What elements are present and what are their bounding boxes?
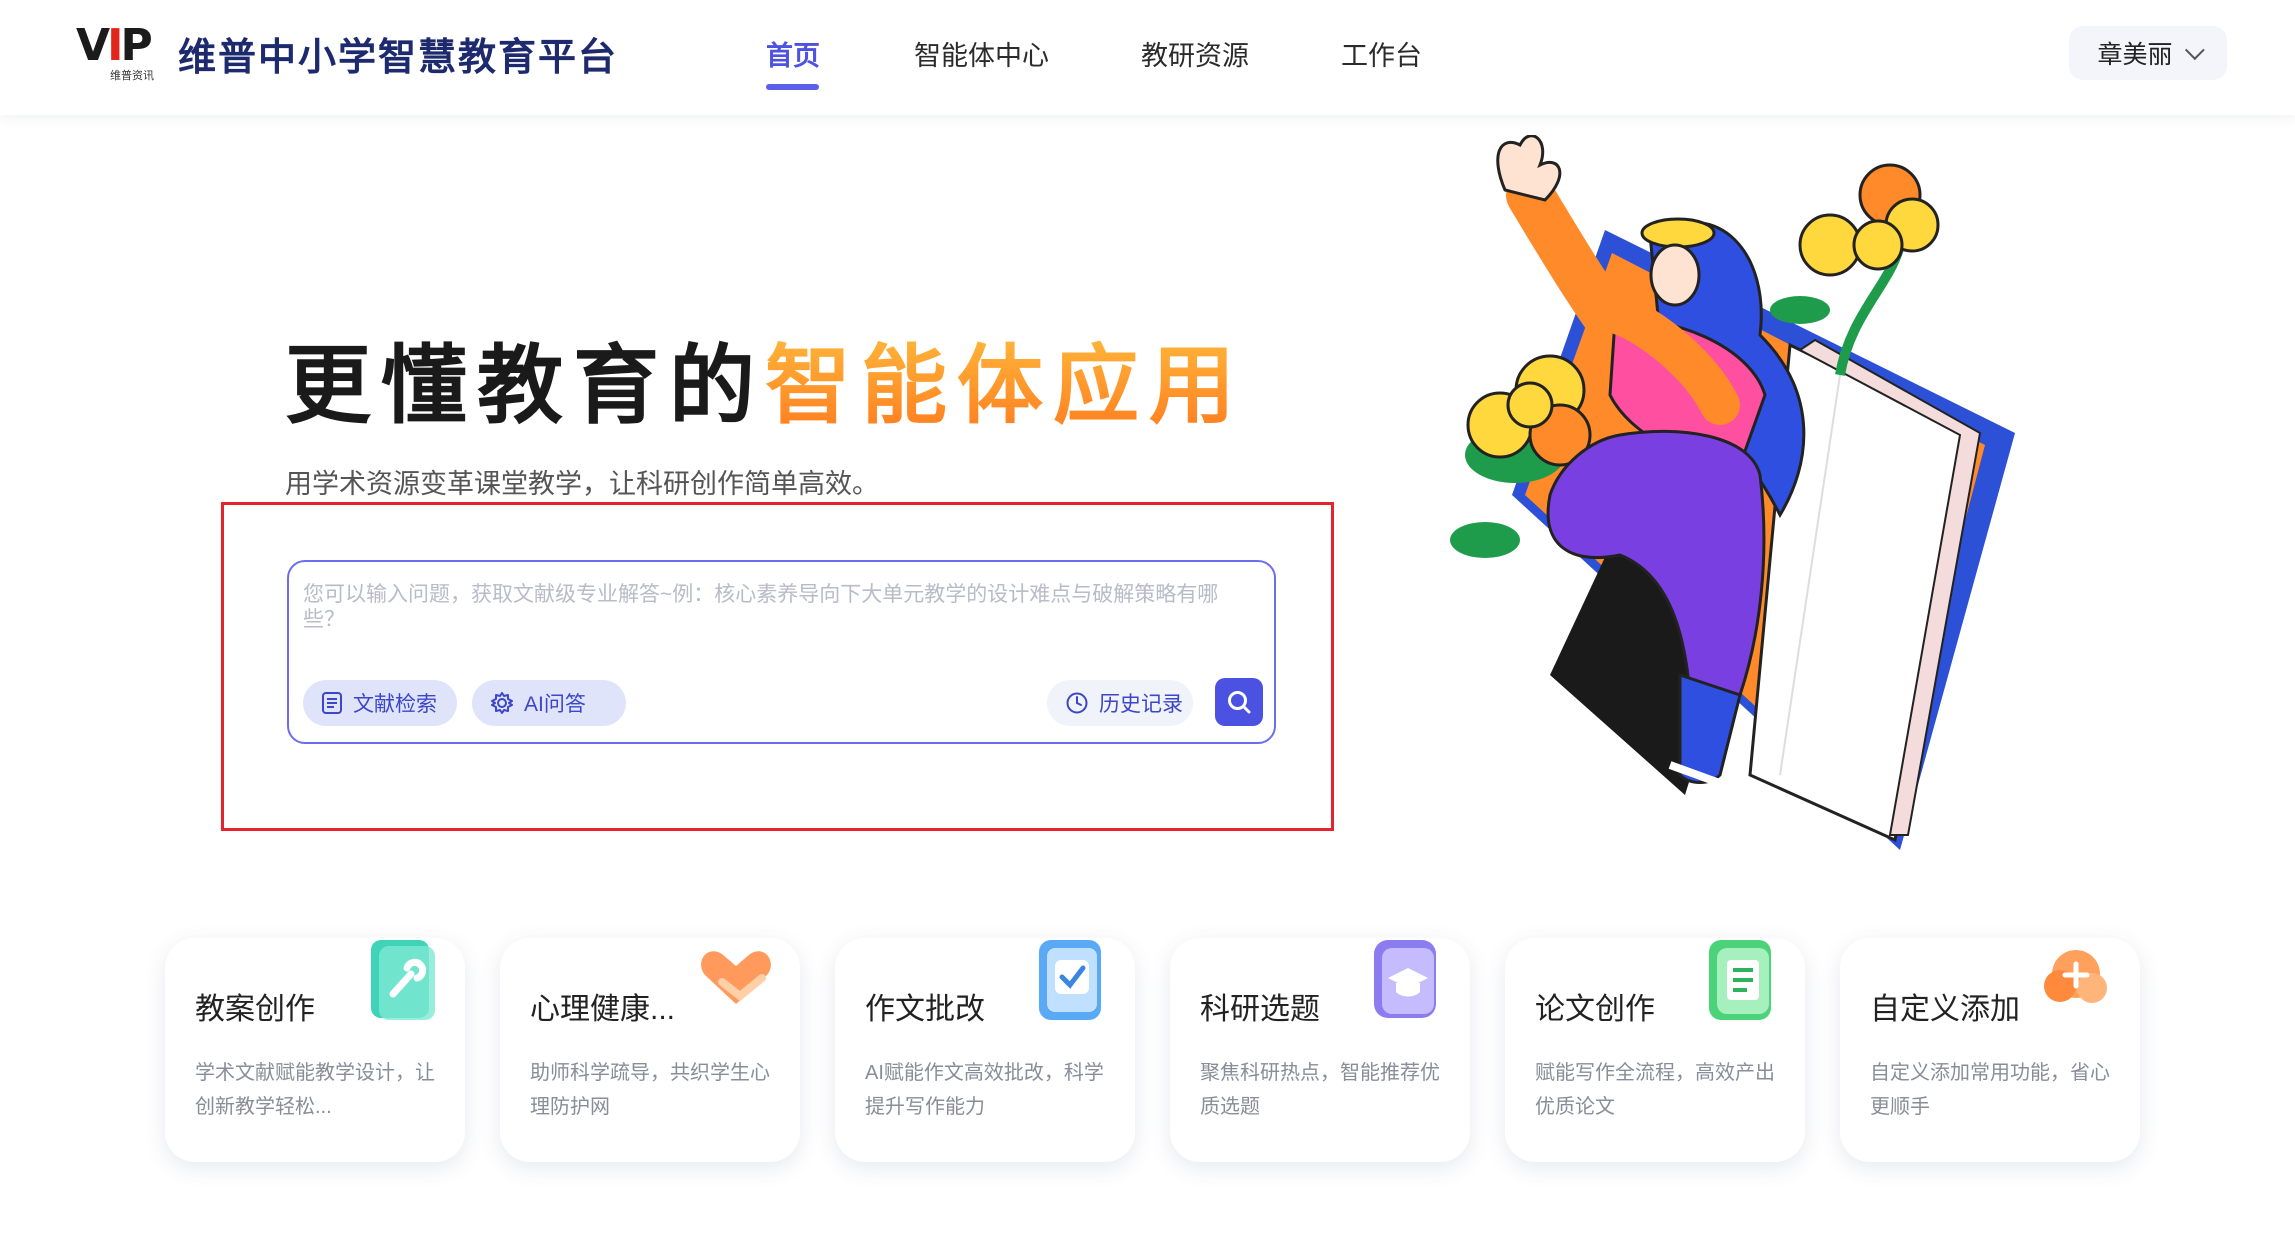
clock-icon: [1065, 691, 1089, 715]
card-research-topic[interactable]: 科研选题 聚焦科研热点，智能推荐优质选题: [1170, 938, 1470, 1162]
card-title: 论文创作: [1535, 993, 1655, 1026]
hero-subtitle: 用学术资源变革课堂教学，让科研创作简单高效。: [285, 469, 879, 499]
nav-active-indicator: [766, 84, 819, 90]
search-icon: [1228, 691, 1251, 714]
hero-illustration: [1420, 134, 2020, 855]
wrench-book-icon: [357, 934, 441, 1026]
search-submit-button[interactable]: [1215, 678, 1263, 726]
history-button[interactable]: 历史记录: [1047, 680, 1193, 726]
search-panel: 文献检索 AI问答 历史记录: [287, 560, 1276, 744]
nav-workbench[interactable]: 工作台: [1341, 34, 1422, 73]
document-list-icon: [321, 691, 343, 715]
ai-qa-label: AI问答: [524, 693, 586, 716]
nav-home[interactable]: 首页: [766, 34, 820, 73]
card-description: 自定义添加常用功能，省心更顺手: [1870, 1062, 2110, 1118]
card-description: 赋能写作全流程，高效产出优质论文: [1535, 1062, 1775, 1118]
card-essay-grading[interactable]: 作文批改 AI赋能作文高效批改，科学提升写作能力: [835, 938, 1135, 1162]
card-title: 自定义添加: [1870, 993, 2020, 1026]
vip-logo[interactable]: VIP 维普资讯: [76, 20, 170, 83]
heart-hands-icon: [692, 934, 776, 1026]
top-header: VIP 维普资讯 维普中小学智慧教育平台 首页 智能体中心 教研资源 工作台 章…: [0, 0, 2295, 115]
card-description: AI赋能作文高效批改，科学提升写作能力: [865, 1062, 1104, 1118]
headline-dark: 更懂教育的: [285, 338, 765, 434]
doc-search-button[interactable]: 文献检索: [303, 680, 457, 726]
brand-title[interactable]: 维普中小学智慧教育平台: [178, 26, 618, 81]
graduation-cap-icon: [1362, 934, 1446, 1026]
user-menu-button[interactable]: 章美丽: [2069, 26, 2227, 80]
question-input[interactable]: [303, 582, 1253, 644]
card-custom-add[interactable]: 自定义添加 自定义添加常用功能，省心更顺手: [1840, 938, 2140, 1162]
ai-qa-button[interactable]: AI问答: [472, 680, 626, 726]
card-title: 心理健康...: [530, 993, 676, 1026]
logo-vip-text: VIP: [76, 20, 153, 71]
plus-cloud-icon: [2032, 934, 2116, 1026]
document-icon: [1697, 934, 1781, 1026]
doc-search-label: 文献检索: [353, 693, 437, 716]
card-title: 科研选题: [1200, 993, 1320, 1026]
check-clipboard-icon: [1027, 934, 1111, 1026]
card-description: 聚焦科研热点，智能推荐优质选题: [1200, 1062, 1440, 1118]
nav-agent-center[interactable]: 智能体中心: [914, 34, 1049, 73]
card-title: 教案创作: [195, 993, 315, 1026]
logo-subtitle: 维普资讯: [110, 70, 154, 82]
card-description: 学术文献赋能教学设计，让创新教学轻松...: [195, 1062, 435, 1118]
user-name: 章美丽: [2097, 41, 2173, 69]
headline-accent: 智能体应用: [765, 338, 1245, 434]
card-lesson-plan[interactable]: 教案创作 学术文献赋能教学设计，让创新教学轻松...: [165, 938, 465, 1162]
history-label: 历史记录: [1099, 693, 1183, 716]
card-thesis-writing[interactable]: 论文创作 赋能写作全流程，高效产出优质论文: [1505, 938, 1805, 1162]
card-mental-health[interactable]: 心理健康... 助师科学疏导，共织学生心理防护网: [500, 938, 800, 1162]
nav-research-resources[interactable]: 教研资源: [1141, 34, 1249, 73]
card-description: 助师科学疏导，共织学生心理防护网: [530, 1062, 770, 1118]
ai-gear-icon: [490, 691, 514, 715]
chevron-down-icon: [2184, 40, 2205, 61]
card-title: 作文批改: [865, 993, 985, 1026]
hero-headline: 更懂教育的智能体应用: [285, 336, 1245, 436]
